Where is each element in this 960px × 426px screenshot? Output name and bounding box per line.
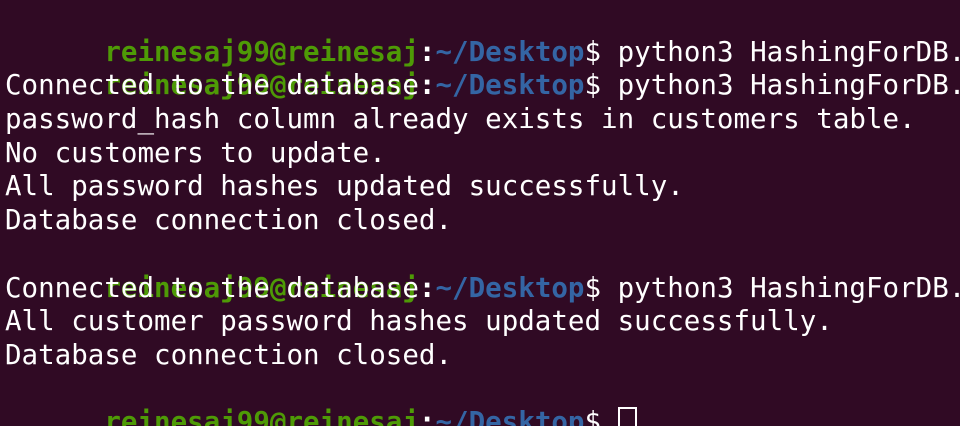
prompt-dollar: $ (584, 35, 602, 68)
terminal-window[interactable]: reinesaj99@reinesaj:~/Desktop$ python3 H… (0, 0, 960, 426)
command-text: python3 HashingForDB.py (601, 271, 960, 304)
command-input[interactable] (601, 406, 618, 426)
command-text: python3 HashingForDB.py (601, 69, 960, 102)
prompt-path: ~/Desktop (435, 69, 585, 102)
output-line: All password hashes updated successfully… (5, 170, 684, 203)
output-line: Database connection closed. (5, 204, 453, 237)
prompt-line: reinesaj99@reinesaj:~/Desktop$ python3 H… (5, 238, 960, 304)
active-prompt-line[interactable]: reinesaj99@reinesaj:~/Desktop$ (5, 373, 960, 426)
prompt-path: ~/Desktop (435, 35, 585, 68)
command-text: python3 HashingForDB.py (601, 35, 960, 68)
output-line: All customer password hashes updated suc… (5, 305, 833, 338)
prompt-path: ~/Desktop (435, 406, 585, 426)
terminal-output: reinesaj99@reinesaj:~/Desktop$ python3 H… (5, 2, 960, 426)
text-cursor (617, 407, 637, 426)
prompt-path: ~/Desktop (435, 271, 585, 304)
prompt-dollar: $ (584, 69, 602, 102)
output-line: Database connection closed. (5, 338, 453, 371)
output-line: No customers to update. (5, 136, 386, 169)
prompt-colon: : (418, 35, 436, 68)
prompt-dollar: $ (584, 406, 602, 426)
prompt-colon: : (418, 406, 436, 426)
prompt-user-host: reinesaj99@reinesaj (104, 35, 419, 68)
prompt-line: reinesaj99@reinesaj:~/Desktop$ python3 H… (5, 2, 960, 68)
prompt-user-host: reinesaj99@reinesaj (104, 406, 419, 426)
output-line: password_hash column already exists in c… (5, 103, 916, 136)
prompt-dollar: $ (584, 271, 602, 304)
